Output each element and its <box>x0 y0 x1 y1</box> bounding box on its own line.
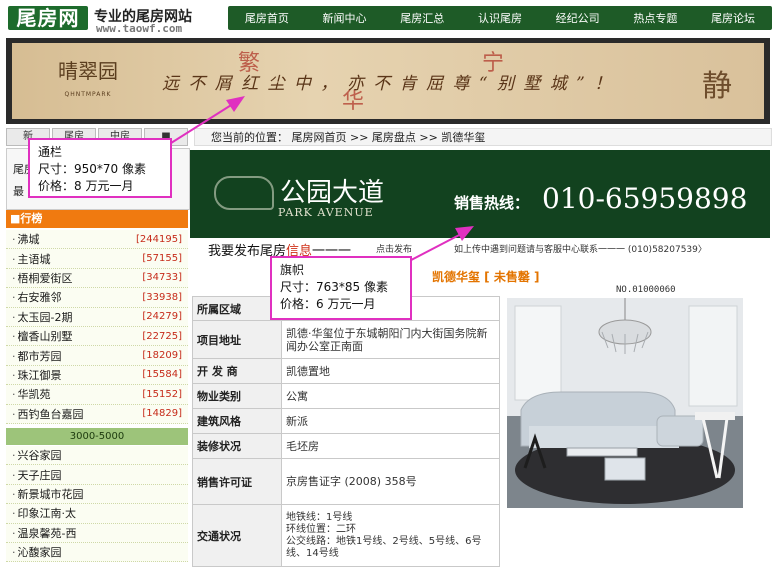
callout-title: 通栏 <box>38 145 63 159</box>
callout-price: 价格：6 万元一月 <box>280 297 376 311</box>
callout-banner-spec: 通栏 尺寸：950*70 像素 价格：8 万元一月 <box>28 138 172 198</box>
arrow-head-icon <box>226 96 245 112</box>
page: 尾房网 专业的尾房网站 www.taowf.com 尾房首页 新闻中心 尾房汇总… <box>0 0 774 570</box>
callout-size: 尺寸：763*85 像素 <box>280 280 388 294</box>
callout-flag-spec: 旗帜 尺寸：763*85 像素 价格：6 万元一月 <box>270 256 412 320</box>
callout-title: 旗帜 <box>280 263 305 277</box>
callout-size: 尺寸：950*70 像素 <box>38 162 146 176</box>
callout-price: 价格：8 万元一月 <box>38 179 134 193</box>
arrow-head-icon <box>455 226 474 241</box>
